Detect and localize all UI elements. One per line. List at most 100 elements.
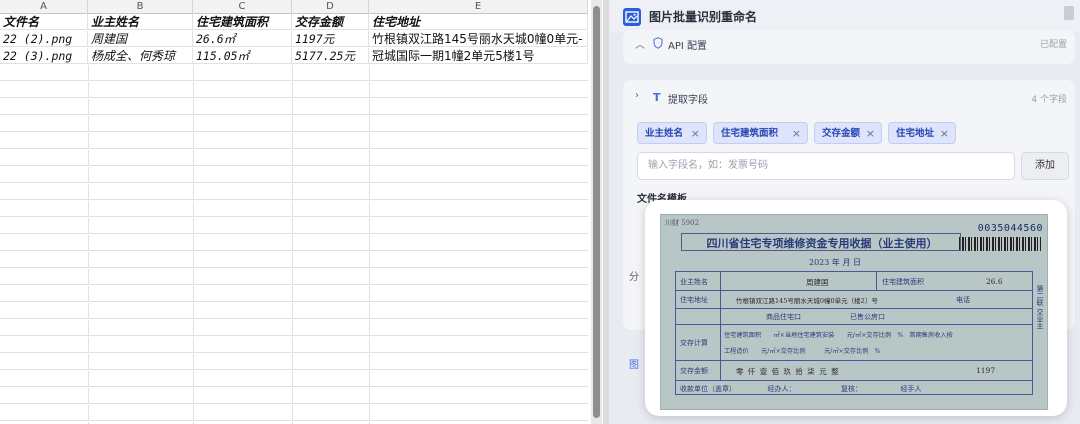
fields-count: 4 个字段 [1031,95,1067,105]
table-rule [720,272,721,380]
cell-c1[interactable]: 住宅建筑面积 [193,14,292,30]
cell-grid: 文件名 业主姓名 住宅建筑面积 交存金额 住宅地址 22 (2).png 周建国… [0,14,588,424]
api-config-section[interactable]: ︿ API 配置 已配置 [623,30,1075,64]
grid-line [88,235,89,251]
grid-line [292,252,293,268]
chevron-right-icon[interactable]: › [635,90,639,101]
close-icon[interactable]: × [866,123,875,145]
column-header-c[interactable]: C [193,0,292,14]
grid-line [292,133,293,149]
grid-line [193,116,194,132]
grid-line [369,354,370,370]
receipt-copy-number: 川财 5902 [665,219,700,227]
table-row [0,133,588,149]
scrollbar-thumb[interactable] [593,6,600,418]
column-header-a[interactable]: A [0,0,88,14]
table-row [0,388,588,404]
cell-a3[interactable]: 22 (3).png [0,48,88,64]
cell-d2[interactable]: 1197元 [292,31,369,47]
column-header-e[interactable]: E [369,0,588,14]
field-tag[interactable]: 业主姓名 × [637,122,707,144]
grid-line [88,371,89,387]
cell-d3[interactable]: 5177.25元 [292,48,369,64]
calc-label: 交存计算 [680,339,708,347]
field-tag[interactable]: 住宅建筑面积 × [713,122,808,144]
barcode-icon [959,237,1041,251]
table-row [0,405,588,421]
cell-b1[interactable]: 业主姓名 [88,14,193,30]
table-rule [676,380,1032,381]
grid-line [193,65,194,81]
grid-line [292,184,293,200]
column-header-b[interactable]: B [88,0,193,14]
grid-line [88,303,89,319]
cell-c2[interactable]: 26.6㎡ [193,31,292,47]
field-tag-label: 住宅地址 [896,128,935,139]
grid-line [292,354,293,370]
table-row [0,354,588,370]
table-row [0,218,588,234]
grid-line [193,167,194,183]
cell-e2[interactable]: 竹根镇双江路145号丽水天城0幢0单元- [369,31,588,47]
cell-e3[interactable]: 冠城国际一期1幢2单元5楼1号 [369,48,588,64]
grid-line [193,150,194,166]
field-name-input[interactable]: 输入字段名，如：发票号码 [637,152,1015,180]
amount-label: 交存金额 [680,367,708,375]
grid-line [369,320,370,336]
grid-line [292,320,293,336]
owner-value: 周建国 [806,278,829,287]
image-app-icon [623,8,641,26]
table-row: 文件名 业主姓名 住宅建筑面积 交存金额 住宅地址 [0,14,588,30]
cell-a2[interactable]: 22 (2).png [0,31,88,47]
grid-line [292,235,293,251]
amount-in-words: 零 仟 壹 佰 玖 拾 柒 元 整 [736,367,840,376]
cell-d1[interactable]: 交存金额 [292,14,369,30]
grid-line [88,167,89,183]
close-icon[interactable]: × [691,123,700,145]
receipt-side-text: 第二联 交业主 [1036,285,1044,330]
grid-line [292,201,293,217]
grid-line [292,167,293,183]
grid-line [292,99,293,115]
cell-a1[interactable]: 文件名 [0,14,88,30]
close-icon[interactable]: × [792,123,801,145]
column-header-d[interactable]: D [292,0,369,14]
amount-value: 1197 [976,366,996,375]
grid-line [292,65,293,81]
grid-line [193,320,194,336]
cell-b3[interactable]: 杨成全、何秀琼 [88,48,193,64]
table-row [0,320,588,336]
calc-row-1: 住宅建筑面积 ㎡×当地住宅建筑安装 元/㎡×交存比例 % 首期售房收入按 [724,332,953,339]
grid-line [292,388,293,404]
field-tag[interactable]: 住宅地址 × [888,122,956,144]
cell-e1[interactable]: 住宅地址 [369,14,588,30]
grid-line [88,252,89,268]
table-row [0,286,588,302]
address-value: 竹根镇双江路145号丽水天城0幢0单元（楼2）号 [736,297,878,305]
grid-line [193,303,194,319]
chevron-up-icon[interactable]: ︿ [635,36,645,51]
add-field-button[interactable]: 添加 [1021,152,1069,180]
table-row [0,252,588,268]
grid-line [369,150,370,166]
api-config-label: API 配置 [668,41,707,52]
grid-line [369,167,370,183]
grid-line [193,99,194,115]
owner-label: 业主姓名 [680,278,708,286]
grid-line [292,82,293,98]
grid-line [88,388,89,404]
panel-title: 图片批量识别重命名 [649,10,758,24]
grid-line [292,405,293,421]
grid-line [369,116,370,132]
close-icon[interactable]: × [940,123,949,145]
grid-line [292,218,293,234]
grid-line [88,82,89,98]
cell-b2[interactable]: 周建国 [88,31,193,47]
vertical-scrollbar[interactable] [591,0,602,424]
field-tag[interactable]: 交存金额 × [814,122,882,144]
receipt-image: 川财 5902 0035044560 四川省住宅专项维修资金专用收据（业主使用）… [660,214,1048,410]
cell-c3[interactable]: 115.05㎡ [193,48,292,64]
grid-line [88,150,89,166]
window-control[interactable] [1064,6,1074,20]
table-row [0,116,588,132]
